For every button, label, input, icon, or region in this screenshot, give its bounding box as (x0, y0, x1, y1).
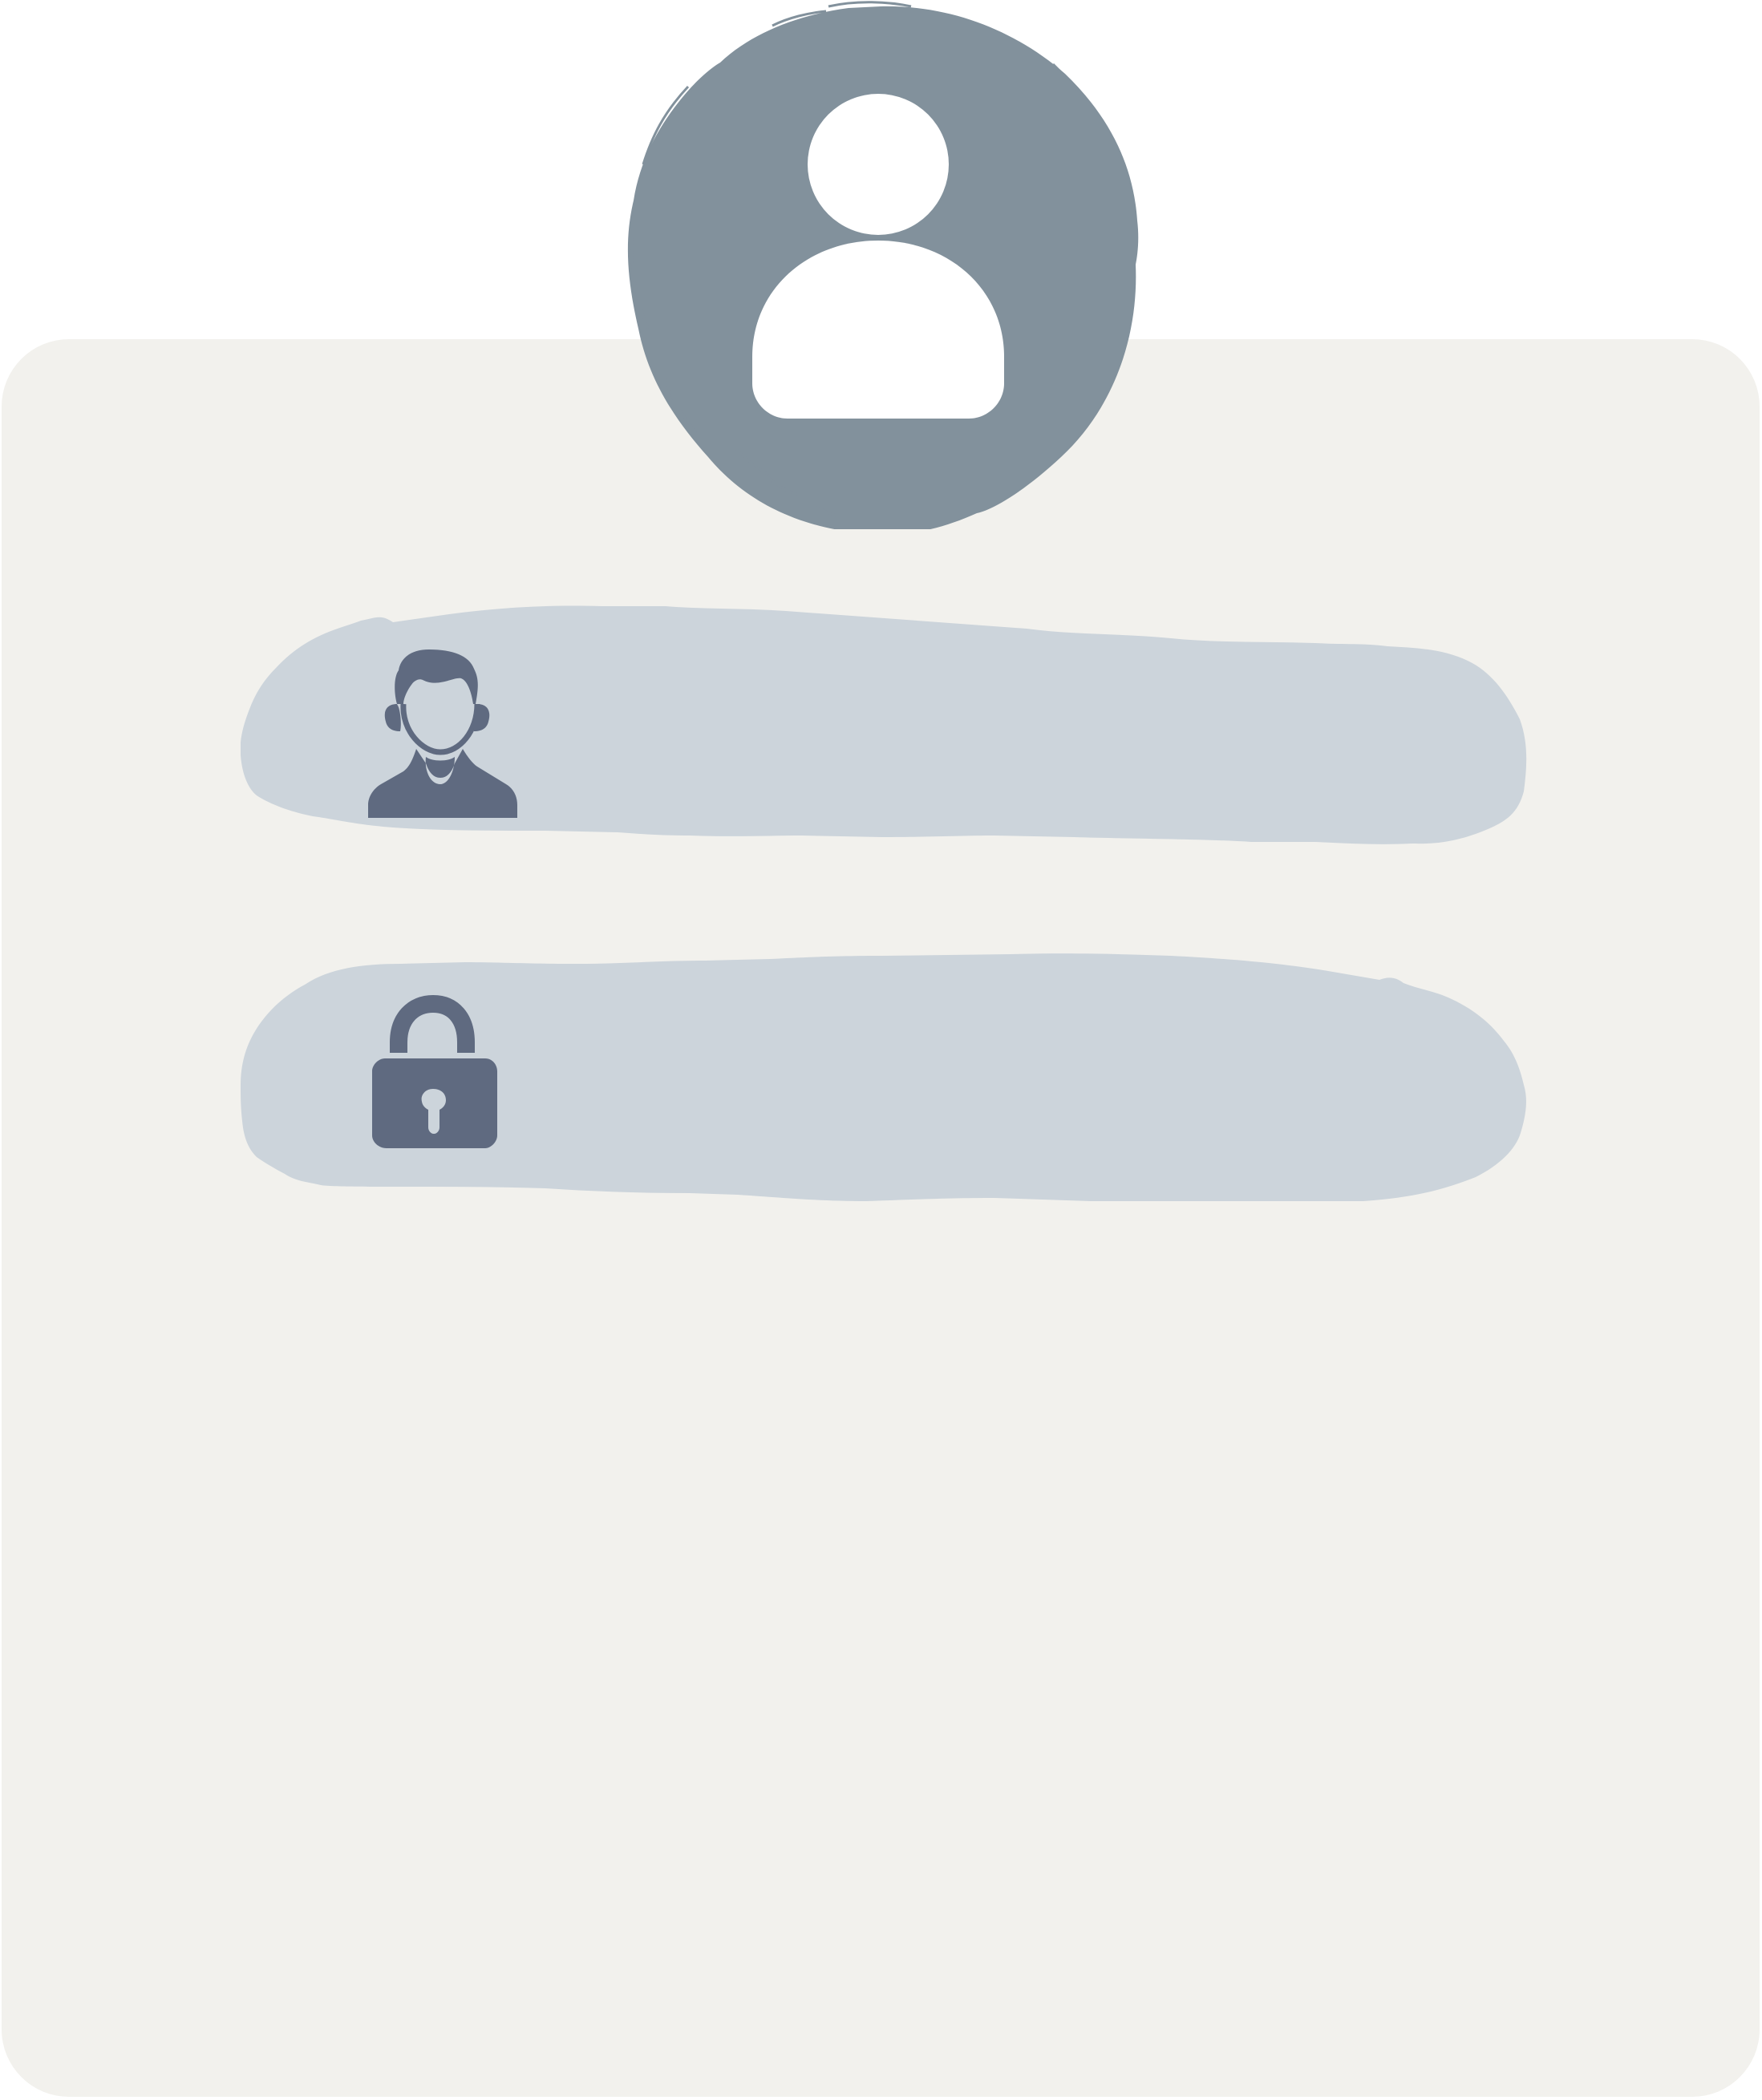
password-input[interactable] (561, 1029, 1447, 1119)
user-icon-body (368, 749, 517, 818)
lock-icon-body (372, 1058, 497, 1148)
password-field[interactable] (241, 953, 1529, 1201)
user-icon-hair (395, 649, 478, 704)
user-icon (368, 649, 517, 818)
username-field[interactable] (241, 603, 1529, 852)
user-icon-ears (384, 704, 490, 731)
user-icon-face (400, 703, 480, 755)
lock-icon (372, 994, 497, 1148)
username-input[interactable] (561, 679, 1447, 769)
lock-icon-shackle (390, 994, 475, 1053)
user-avatar-icon (627, 1, 1139, 529)
avatar-head (808, 94, 949, 235)
